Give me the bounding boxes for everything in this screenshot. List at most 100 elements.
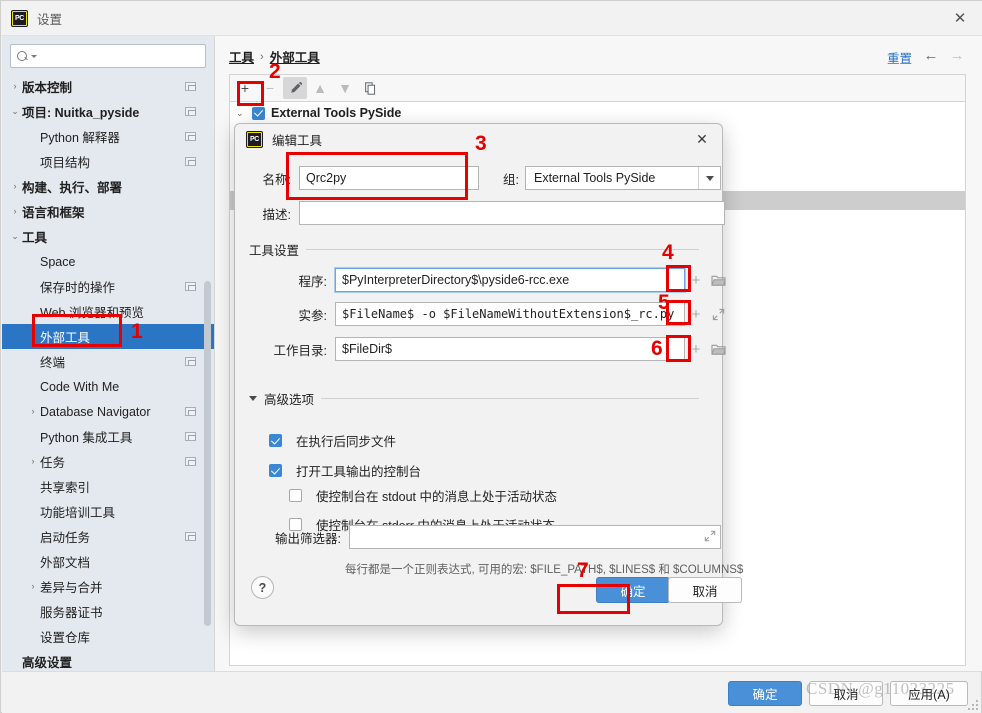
chevron-icon[interactable]: ›	[8, 182, 22, 191]
checkbox-label-2: 使控制台在 stdout 中的消息上处于活动状态	[316, 490, 557, 504]
description-label: 描述:	[262, 207, 291, 222]
sidebar-item-2[interactable]: Python 解释器	[2, 124, 214, 149]
sidebar-item-0[interactable]: › 版本控制	[2, 74, 214, 99]
sidebar-item-14[interactable]: Python 集成工具	[2, 424, 214, 449]
tools-group-row[interactable]: ⌄ External Tools PySide	[230, 102, 965, 124]
sidebar-item-19[interactable]: 外部文档	[2, 549, 214, 574]
chevron-icon[interactable]: ›	[26, 457, 40, 466]
help-button[interactable]: ?	[251, 576, 274, 599]
pycharm-logo-text: PC	[249, 135, 260, 143]
arguments-expand-icon[interactable]	[707, 303, 729, 325]
sidebar-item-11[interactable]: 终端	[2, 349, 214, 374]
arguments-label: 实参:	[298, 308, 327, 323]
workdir-input[interactable]: $FileDir$	[335, 337, 685, 361]
sidebar-item-5[interactable]: › 语言和框架	[2, 199, 214, 224]
breadcrumb-parent[interactable]: 工具	[229, 47, 254, 66]
arguments-insert-macro-button[interactable]: +	[685, 303, 707, 325]
chevron-down-icon[interactable]	[698, 167, 720, 189]
nav-back-icon[interactable]: ←	[922, 46, 940, 64]
program-label: 程序:	[298, 274, 327, 289]
sidebar-scrollbar-thumb[interactable]	[204, 281, 211, 626]
checkbox-0[interactable]	[269, 434, 282, 447]
edit-tool-button[interactable]	[283, 77, 307, 99]
arguments-input[interactable]: $FileName$ -o $FileNameWithoutExtension$…	[335, 302, 685, 326]
sidebar-item-1[interactable]: ⌄ 项目: Nuitka_pyside	[2, 99, 214, 124]
sidebar-item-label: Space	[40, 254, 76, 269]
footer-apply-button[interactable]: 应用(A)	[890, 681, 968, 706]
description-input[interactable]	[299, 201, 725, 225]
window-title: 设置	[37, 12, 63, 27]
checkbox-row-0[interactable]: 在执行后同步文件	[269, 431, 396, 450]
sidebar-item-6[interactable]: ⌄ 工具	[2, 224, 214, 249]
checkbox-1[interactable]	[269, 464, 282, 477]
output-filter-input[interactable]	[349, 525, 721, 549]
program-input[interactable]: $PyInterpreterDirectory$\pyside6-rcc.exe	[335, 268, 685, 292]
chevron-down-icon[interactable]: ⌄	[236, 108, 252, 119]
sidebar-item-18[interactable]: 启动任务	[2, 524, 214, 549]
sidebar-item-4[interactable]: › 构建、执行、部署	[2, 174, 214, 199]
chevron-icon[interactable]: ›	[26, 582, 40, 591]
program-insert-macro-button[interactable]: +	[685, 269, 707, 291]
nav-forward-icon[interactable]: →	[948, 46, 966, 64]
name-input[interactable]: Qrc2py	[299, 166, 479, 190]
output-filter-expand-icon[interactable]	[704, 530, 716, 542]
chevron-down-icon[interactable]	[249, 396, 257, 401]
sidebar-item-12[interactable]: Code With Me	[2, 374, 214, 399]
tool-settings-label: 工具设置	[249, 244, 300, 258]
search-box[interactable]	[10, 44, 206, 68]
sidebar-item-label: 共享索引	[40, 481, 91, 495]
group-checkbox[interactable]	[252, 106, 265, 120]
chevron-icon[interactable]: ›	[26, 407, 40, 416]
dialog-titlebar: PC 编辑工具 ✕	[235, 124, 722, 154]
advanced-section-header[interactable]: 高级选项	[249, 389, 699, 408]
sidebar-item-15[interactable]: › 任务	[2, 449, 214, 474]
sidebar-item-10[interactable]: 外部工具	[2, 324, 214, 349]
copy-tool-button[interactable]	[358, 77, 382, 99]
sidebar-item-16[interactable]: 共享索引	[2, 474, 214, 499]
sidebar-item-13[interactable]: › Database Navigator	[2, 399, 214, 424]
tools-toolbar: + − ▲ ▼	[229, 74, 966, 101]
footer-cancel-button[interactable]: 取消	[809, 681, 883, 706]
breadcrumb-separator: ›	[260, 50, 264, 63]
workdir-browse-folder-icon[interactable]	[707, 338, 729, 360]
workdir-label: 工作目录:	[273, 343, 327, 358]
dialog-ok-button[interactable]: 确定	[596, 577, 670, 603]
checkbox-row-2[interactable]: 使控制台在 stdout 中的消息上处于活动状态	[289, 486, 557, 505]
chevron-icon[interactable]: ⌄	[8, 232, 22, 241]
group-combobox[interactable]: External Tools PySide	[525, 166, 721, 190]
program-browse-folder-icon[interactable]	[707, 269, 729, 291]
chevron-icon[interactable]: ›	[8, 82, 22, 91]
sidebar-item-7[interactable]: Space	[2, 249, 214, 274]
chevron-icon[interactable]: ›	[8, 207, 22, 216]
move-down-button[interactable]: ▼	[333, 77, 357, 99]
sidebar-item-3[interactable]: 项目结构	[2, 149, 214, 174]
remove-tool-button[interactable]: −	[258, 77, 282, 99]
close-icon[interactable]: ✕	[937, 1, 982, 35]
add-tool-button[interactable]: +	[233, 77, 257, 99]
dialog-cancel-button[interactable]: 取消	[668, 577, 742, 603]
dialog-close-icon[interactable]: ✕	[690, 128, 714, 150]
sidebar-item-22[interactable]: 设置仓库	[2, 624, 214, 649]
pycharm-logo-icon: PC	[246, 130, 263, 148]
sidebar-item-8[interactable]: 保存时的操作	[2, 274, 214, 299]
breadcrumb-current[interactable]: 外部工具	[270, 47, 320, 66]
sidebar-item-label: 项目: Nuitka_pyside	[22, 106, 140, 120]
checkbox-2[interactable]	[289, 489, 302, 502]
footer-ok-button[interactable]: 确定	[728, 681, 802, 706]
sidebar-item-label: Python 解释器	[40, 131, 120, 145]
chevron-icon[interactable]: ⌄	[8, 107, 22, 116]
workdir-insert-macro-button[interactable]: +	[685, 338, 707, 360]
sidebar-item-9[interactable]: Web 浏览器和预览	[2, 299, 214, 324]
sidebar-item-23[interactable]: 高级设置	[2, 649, 214, 671]
project-scope-icon	[185, 532, 196, 541]
sidebar-item-label: 设置仓库	[40, 631, 91, 645]
move-up-button[interactable]: ▲	[308, 77, 332, 99]
project-scope-icon	[185, 282, 196, 291]
sidebar-item-20[interactable]: › 差异与合并	[2, 574, 214, 599]
sidebar-item-17[interactable]: 功能培训工具	[2, 499, 214, 524]
search-input[interactable]	[37, 48, 199, 64]
reset-link[interactable]: 重置	[887, 48, 912, 67]
checkbox-row-1[interactable]: 打开工具输出的控制台	[269, 461, 421, 480]
resize-grip-icon[interactable]	[966, 698, 978, 710]
sidebar-item-21[interactable]: 服务器证书	[2, 599, 214, 624]
